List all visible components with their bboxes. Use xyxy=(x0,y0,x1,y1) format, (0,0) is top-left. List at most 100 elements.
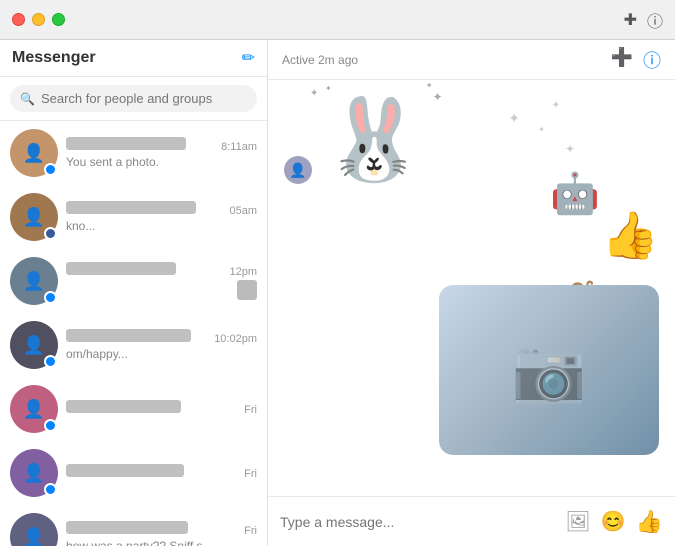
message-input[interactable] xyxy=(280,514,555,530)
title-bar-actions: ✚ ⓘ xyxy=(624,8,663,32)
conv-row1: 05am xyxy=(66,201,257,217)
conv-preview: how was a party?? Sniff s... xyxy=(66,539,257,546)
sparkle-icon: ✦ xyxy=(508,110,520,127)
thumb-preview xyxy=(237,280,257,300)
conv-time: 12pm xyxy=(229,266,257,278)
sparkle-icon: ✦ xyxy=(538,125,545,134)
input-area: 🖼 😊 👍 xyxy=(268,496,675,546)
conversation-list: 👤 8:11am You sent a photo. 👤 xyxy=(0,121,267,546)
avatar-wrapper: 👤 xyxy=(10,321,58,369)
status-badge xyxy=(44,483,57,496)
info-chat-icon[interactable]: ⓘ xyxy=(643,47,661,73)
sidebar-title: Messenger xyxy=(12,49,96,67)
message-row: 👤 ✦ ✦ ✦ ✦ 🐰 xyxy=(284,96,659,184)
conv-body: 12pm xyxy=(66,262,257,300)
avatar-wrapper: 👤 xyxy=(10,129,58,177)
conv-time: 05am xyxy=(229,205,257,217)
status-badge xyxy=(44,355,57,368)
conv-body: 05am kno... xyxy=(66,201,257,233)
conv-row1: Fri xyxy=(66,464,257,480)
photo-icon: 📷 xyxy=(512,335,587,406)
status-badge xyxy=(44,291,57,304)
conv-row1: Fri xyxy=(66,400,257,416)
conv-row1: 8:11am xyxy=(66,137,257,153)
conv-preview-row xyxy=(66,280,257,300)
new-chat-icon[interactable]: ✚ xyxy=(624,10,637,30)
conv-time: 10:02pm xyxy=(214,333,257,345)
minimize-button[interactable] xyxy=(32,13,45,26)
conv-time: Fri xyxy=(244,468,257,480)
conv-time: Fri xyxy=(244,525,257,537)
message-row: 👍 xyxy=(284,208,659,263)
sparkle-icon: ✦ xyxy=(325,84,332,93)
search-bar: 🔍 xyxy=(0,77,267,121)
like-message: 👍 xyxy=(602,208,659,263)
sparkle-icon: ✦ xyxy=(426,81,433,90)
chat-status: Active 2m ago xyxy=(282,53,358,67)
sparkle-icon: ✦ xyxy=(565,142,575,156)
conv-preview: You sent a photo. xyxy=(66,155,257,169)
list-item[interactable]: 👤 10:02pm om/happy... xyxy=(0,313,267,377)
close-button[interactable] xyxy=(12,13,25,26)
search-input[interactable] xyxy=(41,91,247,106)
conv-body: Fri how was a party?? Sniff s... xyxy=(66,521,257,546)
avatar-wrapper: 👤 xyxy=(10,385,58,433)
avatar-wrapper: 👤 xyxy=(10,193,58,241)
status-badge xyxy=(44,419,57,432)
search-wrapper[interactable]: 🔍 xyxy=(10,85,257,112)
list-item[interactable]: 👤 05am kno... xyxy=(0,185,267,249)
list-item[interactable]: 👤 12pm xyxy=(0,249,267,313)
message-row: 📷 xyxy=(284,285,659,455)
conv-time: Fri xyxy=(244,404,257,416)
conv-body: 8:11am You sent a photo. xyxy=(66,137,257,169)
sticker: 🐰 xyxy=(324,100,424,180)
conv-name xyxy=(66,400,181,413)
conv-row1: Fri xyxy=(66,521,257,537)
photo-message: 📷 xyxy=(439,285,659,455)
conv-body: Fri xyxy=(66,464,257,482)
conv-preview: om/happy... xyxy=(66,347,257,361)
search-icon: 🔍 xyxy=(20,92,35,106)
chat-contact-name: Active 2m ago xyxy=(282,51,358,69)
list-item[interactable]: 👤 Fri how was a party?? Sniff s... xyxy=(0,505,267,546)
sparkle-icon: ✦ xyxy=(433,90,443,104)
compose-icon[interactable]: ✏ xyxy=(242,48,255,68)
conv-name xyxy=(66,137,186,150)
conv-body: Fri xyxy=(66,400,257,418)
avatar: 👤 xyxy=(10,513,58,546)
avatar-wrapper: 👤 xyxy=(10,449,58,497)
status-badge xyxy=(44,227,57,240)
list-item[interactable]: 👤 Fri xyxy=(0,441,267,505)
list-item[interactable]: 👤 Fri xyxy=(0,377,267,441)
chat-area: Active 2m ago ➕ ⓘ 👤 ✦ ✦ ✦ ✦ 🐰 xyxy=(268,40,675,546)
main-content: Messenger ✏ 🔍 👤 8:11am xyxy=(0,40,675,546)
conv-name xyxy=(66,329,191,342)
sticker-character: 🤖 xyxy=(550,170,600,217)
conv-row1: 10:02pm xyxy=(66,329,257,345)
avatar-wrapper: 👤 xyxy=(10,513,58,546)
conv-name xyxy=(66,464,184,477)
photo-input-icon[interactable]: 🖼 xyxy=(565,509,590,534)
conv-preview: kno... xyxy=(66,219,257,233)
window-controls xyxy=(12,13,65,26)
sparkle-icon: ✦ xyxy=(310,88,318,99)
conv-body: 10:02pm om/happy... xyxy=(66,329,257,361)
photo-placeholder: 📷 xyxy=(439,285,659,455)
avatar-wrapper: 👤 xyxy=(10,257,58,305)
sidebar: Messenger ✏ 🔍 👤 8:11am xyxy=(0,40,268,546)
chat-header-actions: ➕ ⓘ xyxy=(611,47,661,73)
maximize-button[interactable] xyxy=(52,13,65,26)
video-call-icon[interactable]: ➕ xyxy=(611,47,633,73)
conv-row1: 12pm xyxy=(66,262,257,278)
conv-name xyxy=(66,262,176,275)
like-input-icon[interactable]: 👍 xyxy=(636,509,663,535)
messages-area: 👤 ✦ ✦ ✦ ✦ 🐰 🤖 ✦ ✦ ✦ ✦ 🐒 xyxy=(268,80,675,496)
emoji-icon[interactable]: 😊 xyxy=(601,509,626,534)
sparkle-icon: ✦ xyxy=(552,100,560,111)
list-item[interactable]: 👤 8:11am You sent a photo. xyxy=(0,121,267,185)
status-badge xyxy=(44,163,57,176)
conv-time: 8:11am xyxy=(221,141,257,153)
title-bar: ✚ ⓘ xyxy=(0,0,675,40)
sidebar-header: Messenger ✏ xyxy=(0,40,267,77)
info-icon[interactable]: ⓘ xyxy=(647,8,663,32)
